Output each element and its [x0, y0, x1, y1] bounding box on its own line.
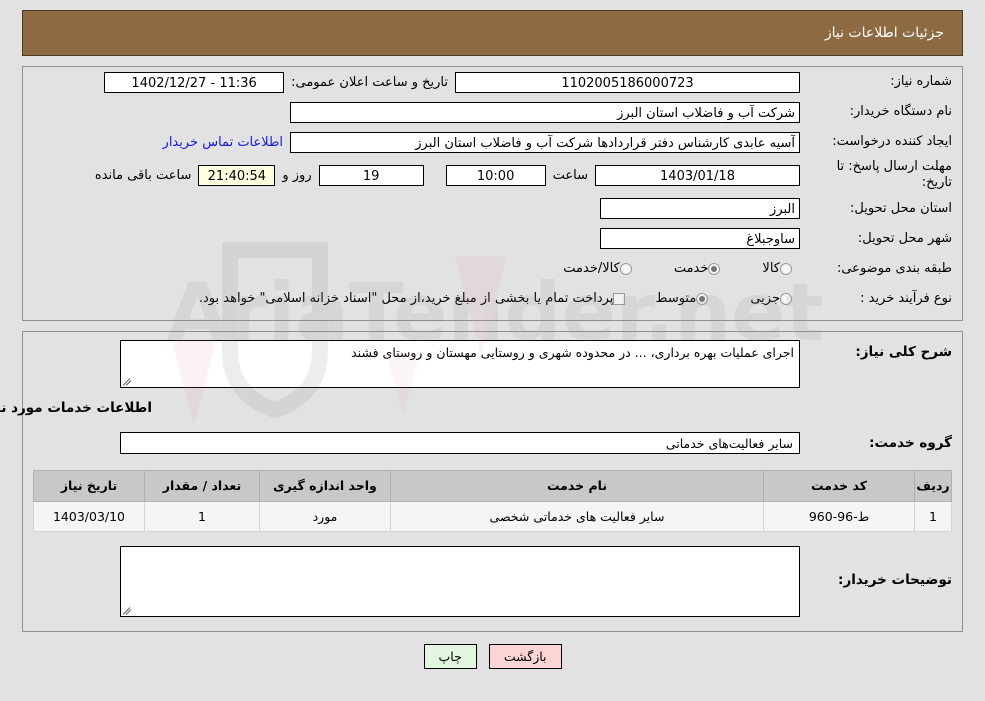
- col-header-unit: واحد اندازه گیری: [259, 469, 391, 502]
- table-row: 1 ط-96-960 سایر فعالیت های خدماتی شخصی م…: [33, 500, 952, 532]
- purchase-process-option-label: متوسط: [655, 291, 697, 306]
- page-title: جزئیات اطلاعات نیاز: [824, 25, 944, 41]
- purchase-process-option-label: جزیی: [750, 291, 780, 306]
- deadline-days-label: روز و: [282, 167, 312, 183]
- purchase-process-option-jozei[interactable]: جزیی: [750, 291, 800, 306]
- row-request-creator: ایجاد کننده درخواست: آسیه عابدی کارشناس …: [23, 127, 962, 157]
- radio-icon[interactable]: [780, 292, 792, 305]
- col-header-radif: ردیف: [914, 469, 952, 502]
- need-number-label: شماره نیاز:: [890, 74, 952, 90]
- cell-radif: 1: [914, 500, 952, 532]
- cell-service-name: سایر فعالیت های خدماتی شخصی: [390, 500, 764, 532]
- row-deadline: مهلت ارسال پاسخ: تا تاریخ: 1403/01/18 سا…: [23, 157, 962, 194]
- items-table-wrapper: ردیف کد خدمت نام خدمت واحد اندازه گیری ت…: [23, 454, 962, 532]
- general-description-label: شرح کلی نیاز:: [855, 343, 952, 360]
- deadline-days-value: 19: [318, 164, 424, 186]
- delivery-city-value: ساوجبلاغ: [600, 228, 800, 249]
- deadline-date-value: 1403/01/18: [595, 164, 800, 186]
- deadline-label: مهلت ارسال پاسخ: تا تاریخ:: [836, 159, 952, 191]
- delivery-province-label: استان محل تحویل:: [850, 200, 952, 216]
- subject-category-option-label: کالا/خدمت: [563, 261, 620, 276]
- resize-grip-icon[interactable]: [122, 376, 133, 386]
- announce-datetime-label: تاریخ و ساعت اعلان عمومی:: [291, 74, 448, 90]
- cell-need-date: 1403/03/10: [33, 500, 145, 532]
- treasury-bond-note: پرداخت تمام یا بخشی از مبلغ خرید،از محل …: [198, 291, 614, 306]
- buyer-notes-label: توضیحات خریدار:: [838, 571, 952, 588]
- treasury-bond-checkbox-row[interactable]: پرداخت تمام یا بخشی از مبلغ خرید،از محل …: [199, 291, 634, 306]
- general-description-value: اجرای عملیات بهره برداری، ... در محدوده …: [351, 344, 794, 360]
- back-button[interactable]: بازگشت: [488, 643, 562, 669]
- resize-grip-icon[interactable]: [122, 605, 133, 615]
- subject-category-radio-group: کالا خدمت کالا/خدمت: [563, 261, 800, 276]
- items-table: ردیف کد خدمت نام خدمت واحد اندازه گیری ت…: [33, 469, 952, 532]
- row-buyer-org: نام دستگاه خریدار: شرکت آب و فاضلاب استا…: [23, 97, 962, 127]
- deadline-hour-value: 10:00: [445, 164, 546, 186]
- need-number-value: 1102005186000723: [455, 71, 800, 93]
- deadline-countdown-value: 21:40:54: [198, 164, 276, 186]
- col-header-need-date: تاریخ نیاز: [33, 469, 145, 502]
- row-subject-category: طبقه بندی موضوعی: کالا خدمت کالا/خدمت: [23, 254, 962, 284]
- deadline-hour-label: ساعت: [552, 167, 588, 183]
- need-summary-panel: شماره نیاز: 1102005186000723 تاریخ و ساع…: [22, 66, 963, 321]
- row-buyer-notes: توضیحات خریدار:: [23, 532, 962, 631]
- radio-icon[interactable]: [619, 262, 632, 275]
- service-group-value: سایر فعالیت‌های خدماتی: [120, 431, 800, 454]
- radio-icon[interactable]: [696, 292, 709, 305]
- services-section-heading: اطلاعات خدمات مورد نیاز: [0, 399, 152, 416]
- subject-category-option-label: کالا: [762, 261, 780, 276]
- checkbox-icon[interactable]: [613, 292, 626, 305]
- row-delivery-province: استان محل تحویل: البرز: [23, 194, 962, 224]
- subject-category-option-kala[interactable]: کالا: [762, 261, 800, 276]
- cell-service-code: ط-96-960: [763, 500, 915, 532]
- row-delivery-city: شهر محل تحویل: ساوجبلاغ: [23, 224, 962, 254]
- general-description-textarea[interactable]: اجرای عملیات بهره برداری، ... در محدوده …: [120, 339, 800, 388]
- delivery-province-value: البرز: [600, 198, 800, 219]
- buyer-org-label: نام دستگاه خریدار:: [849, 104, 952, 120]
- footer-actions: بازگشت چاپ: [0, 643, 985, 669]
- radio-icon[interactable]: [780, 262, 792, 275]
- delivery-city-label: شهر محل تحویل:: [857, 230, 952, 246]
- subject-category-option-khedmat[interactable]: خدمت: [674, 261, 729, 276]
- page-header: جزئیات اطلاعات نیاز: [22, 10, 963, 56]
- service-group-label: گروه خدمت:: [869, 434, 952, 451]
- col-header-service-code: کد خدمت: [763, 469, 915, 502]
- col-header-service-name: نام خدمت: [390, 469, 764, 502]
- radio-icon[interactable]: [708, 262, 721, 275]
- request-creator-label: ایجاد کننده درخواست:: [832, 134, 952, 150]
- subject-category-label: طبقه بندی موضوعی:: [836, 260, 952, 276]
- cell-quantity: 1: [144, 500, 260, 532]
- subject-category-option-label: خدمت: [673, 261, 709, 276]
- row-general-description: شرح کلی نیاز: اجرای عملیات بهره برداری، …: [23, 332, 962, 388]
- buyer-org-value: شرکت آب و فاضلاب استان البرز: [290, 101, 800, 123]
- need-detail-panel: شرح کلی نیاز: اجرای عملیات بهره برداری، …: [0, 330, 963, 632]
- buyer-contact-link[interactable]: اطلاعات تماس خریدار: [156, 135, 290, 150]
- row-need-number: شماره نیاز: 1102005186000723 تاریخ و ساع…: [23, 67, 962, 97]
- table-header-row: ردیف کد خدمت نام خدمت واحد اندازه گیری ت…: [33, 469, 952, 502]
- subject-category-option-kala-khedmat[interactable]: کالا/خدمت: [563, 261, 640, 276]
- cell-unit: مورد: [259, 500, 391, 532]
- deadline-remaining-label: ساعت باقی مانده: [94, 167, 192, 183]
- col-header-quantity: تعداد / مقدار: [144, 469, 260, 502]
- purchase-process-radio-group: جزیی متوسط: [655, 291, 800, 306]
- purchase-process-label: نوع فرآیند خرید :: [860, 290, 952, 306]
- row-purchase-process: نوع فرآیند خرید : جزیی متوسط پرداخت تمام…: [23, 284, 962, 320]
- purchase-process-option-motavaset[interactable]: متوسط: [655, 291, 716, 306]
- request-creator-value: آسیه عابدی کارشناس دفتر قراردادها شرکت آ…: [290, 131, 800, 153]
- print-button[interactable]: چاپ: [423, 643, 477, 669]
- announce-datetime-value: 11:36 - 1402/12/27: [104, 71, 285, 93]
- row-service-group: گروه خدمت: سایر فعالیت‌های خدماتی: [23, 418, 962, 454]
- buyer-notes-textarea[interactable]: [120, 545, 800, 617]
